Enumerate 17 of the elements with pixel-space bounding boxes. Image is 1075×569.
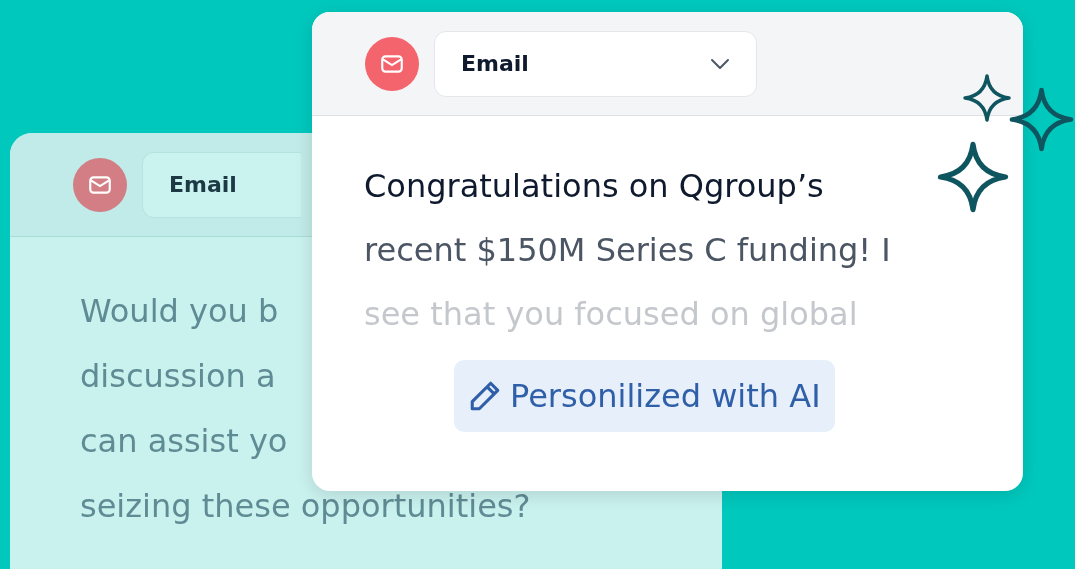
ai-badge: Personilized with AI xyxy=(454,360,835,432)
pencil-icon xyxy=(468,379,502,413)
message-text: can assist yo xyxy=(80,422,288,460)
channel-dropdown[interactable]: Email xyxy=(142,151,301,218)
channel-dropdown[interactable]: Email xyxy=(434,30,757,97)
chevron-down-icon xyxy=(710,57,730,70)
message-text: recent $150M Series C funding! I xyxy=(364,231,891,269)
message-text: discussion a xyxy=(80,357,276,395)
envelope-icon xyxy=(73,157,127,212)
message-text: Would you b xyxy=(80,292,279,330)
sparkle-icon xyxy=(962,73,1012,123)
sparkle-icon xyxy=(936,140,1010,214)
message-text: Congratulations on Qgroup’s xyxy=(364,167,824,205)
envelope-icon xyxy=(365,36,419,91)
sparkle-icon xyxy=(1008,86,1075,153)
message-text: seizing these opportunities? xyxy=(80,487,531,525)
message-text: see that you focused on global xyxy=(364,295,858,333)
